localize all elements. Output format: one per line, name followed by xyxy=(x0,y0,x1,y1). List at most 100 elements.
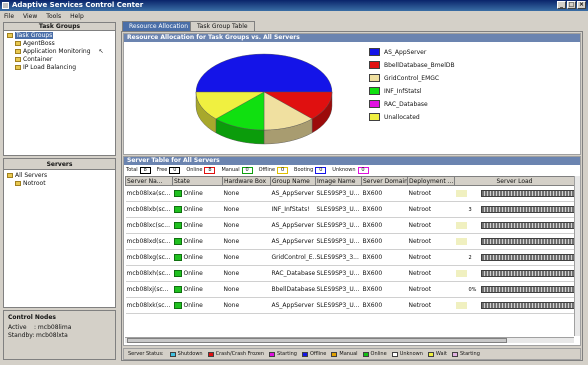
control-nodes-panel: Control Nodes Active : mcb08lima Standby… xyxy=(3,310,116,360)
cell-hardware-box: None xyxy=(222,281,271,298)
legend-label: BbellDatabase_BmelDB xyxy=(384,62,455,69)
status-swatch xyxy=(207,351,214,357)
server-table: Server Na... State Hardware Box Group Name I… xyxy=(125,176,574,314)
tab-task-group-table[interactable]: Task Group Table xyxy=(190,21,255,31)
load-bar xyxy=(480,286,574,293)
cell-deployment: Netroot xyxy=(407,281,455,298)
filter-free[interactable]: Free 0 xyxy=(157,166,183,174)
scrollbar-thumb[interactable] xyxy=(127,338,507,343)
column-header[interactable]: Group Name xyxy=(270,176,316,186)
status-label: Starting xyxy=(459,351,480,357)
legend-label: Unallocated xyxy=(384,114,420,121)
cell-hardware-box: None xyxy=(222,265,271,282)
cell-server-load: 0% xyxy=(454,281,574,298)
load-indicator xyxy=(455,222,467,229)
menu-file[interactable]: File xyxy=(4,13,14,20)
cell-group-name: INF_InfStats! xyxy=(270,201,316,218)
status-label: Online xyxy=(370,351,387,357)
minimize-button[interactable]: _ xyxy=(557,1,566,9)
tree-item-task-groups[interactable]: Task Groups xyxy=(7,32,54,39)
load-indicator xyxy=(455,270,467,277)
menu-view[interactable]: View xyxy=(23,13,37,20)
filter-offline[interactable]: Offline 0 xyxy=(258,166,290,174)
status-legend-bar: Server Status: Shutdown Crash/Crash Froze… xyxy=(123,348,581,360)
tree-item-application-monitoring[interactable]: Application Monitoring ↖ xyxy=(15,48,103,55)
table-row[interactable]: mcb08lxk(sc... Online None AS_AppServer SLES… xyxy=(125,297,574,314)
tree-item-notroot[interactable]: Notroot xyxy=(15,180,46,187)
folder-icon xyxy=(7,33,13,38)
folder-icon xyxy=(15,57,21,62)
column-header[interactable]: Image Name xyxy=(315,176,362,186)
filter-booting[interactable]: Booting 0 xyxy=(294,166,328,174)
column-header[interactable]: Server Na... xyxy=(125,176,173,186)
cell-server-load: 2 xyxy=(454,249,574,266)
status-legend-item: Starting xyxy=(269,351,297,357)
cell-server-load xyxy=(454,217,574,234)
load-indicator xyxy=(455,302,467,309)
servers-panel: Servers All Servers Notroot xyxy=(3,158,116,308)
table-row[interactable]: mcb08lxh(sc... Online None RAC_Database SLES… xyxy=(125,265,574,282)
online-status-icon xyxy=(173,302,182,309)
window-titlebar: Adaptive Services Control Center _ □ × xyxy=(0,0,588,11)
filter-label: Offline xyxy=(258,167,276,173)
load-bar xyxy=(480,222,574,229)
legend-label: AS_AppServer xyxy=(384,49,427,56)
online-status-icon xyxy=(173,270,182,277)
filter-online[interactable]: Online 8 xyxy=(186,166,217,174)
table-row[interactable]: mcb08lxg(sc... Online None GridControl_E...… xyxy=(125,249,574,266)
folder-icon xyxy=(15,181,21,186)
folder-icon xyxy=(7,173,13,178)
cell-hardware-box: None xyxy=(222,217,271,234)
filter-total[interactable]: Total 8 xyxy=(126,166,153,174)
cell-image-name: SLES9SP3_U... xyxy=(315,233,362,250)
cell-server-load xyxy=(454,233,574,250)
menu-tools[interactable]: Tools xyxy=(46,13,61,20)
column-header[interactable]: Server Load xyxy=(454,176,574,186)
status-legend-item: Starting xyxy=(451,351,480,357)
cell-state: Online xyxy=(172,217,223,234)
table-row[interactable]: mcb08lxj(sc...OnlineNoneBbellDatabase...… xyxy=(125,281,574,298)
table-row[interactable]: mcb08lxc(sc... Online None AS_AppServer SLES… xyxy=(125,217,574,234)
control-nodes-title: Control Nodes xyxy=(8,314,56,321)
table-row[interactable]: mcb08lxa(sc... Online None AS_AppServer SLES… xyxy=(125,185,574,202)
close-button[interactable]: × xyxy=(577,1,586,9)
table-row[interactable]: mcb08lxb(sc... Online None INF_InfStats! SLE… xyxy=(125,201,574,218)
cell-image-name: SLES9SP3_3... xyxy=(315,249,362,266)
filter-count: 8 xyxy=(204,166,216,174)
cell-server-domain: BX600 xyxy=(361,185,408,202)
legend-label: RAC_Database xyxy=(384,101,428,108)
load-indicator xyxy=(455,254,467,261)
load-bar xyxy=(480,238,574,245)
tree-item-ip-load-balancing[interactable]: IP Load Balancing xyxy=(15,64,76,71)
tab-resource-allocation[interactable]: Resource Allocation xyxy=(122,21,196,31)
tree-item-all-servers[interactable]: All Servers xyxy=(7,172,47,179)
table-horizontal-scrollbar[interactable] xyxy=(125,337,574,343)
tree-item-container[interactable]: Container xyxy=(15,56,52,63)
cell-image-name: SLES9SP3_U... xyxy=(315,217,362,234)
tree-item-agentboss[interactable]: AgentBoss xyxy=(15,40,55,47)
cell-deployment: Netroot xyxy=(407,297,455,314)
cell-server-domain: BX600 xyxy=(361,265,408,282)
cell-server-name: mcb08lxg(sc... xyxy=(125,249,173,266)
cell-state: Online xyxy=(172,281,223,298)
cell-server-name: mcb08lxa(sc... xyxy=(125,185,173,202)
filter-unknown[interactable]: Unknown 0 xyxy=(332,166,370,174)
column-header[interactable]: State xyxy=(172,176,223,186)
maximize-button[interactable]: □ xyxy=(567,1,576,9)
cell-hardware-box: None xyxy=(222,201,271,218)
legend-label: INF_InfStatsl xyxy=(384,88,422,95)
column-header[interactable]: Deployment ... xyxy=(407,176,455,186)
menu-help[interactable]: Help xyxy=(70,13,84,20)
column-header[interactable]: Server Domain xyxy=(361,176,408,186)
column-header[interactable]: Hardware Box xyxy=(222,176,271,186)
legend-swatch xyxy=(369,74,380,82)
cell-hardware-box: None xyxy=(222,249,271,266)
status-label: Shutdown xyxy=(177,351,203,357)
cell-image-name: SLES9SP3_U... xyxy=(315,201,362,218)
cell-server-name: mcb08lxd(sc... xyxy=(125,233,173,250)
filter-manual[interactable]: Manual 0 xyxy=(221,166,254,174)
table-vertical-scrollbar[interactable] xyxy=(574,176,580,336)
cell-deployment: Netroot xyxy=(407,249,455,266)
table-row[interactable]: mcb08lxd(sc... Online None AS_AppServer SLES… xyxy=(125,233,574,250)
load-indicator xyxy=(455,206,467,213)
